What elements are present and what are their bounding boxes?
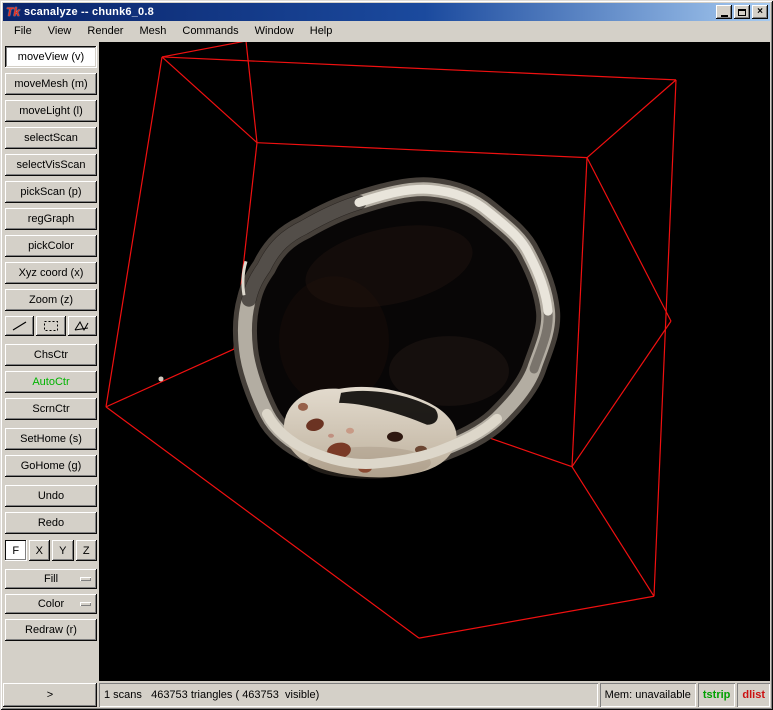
scan-stats-readout: 1 scans 463753 triangles ( 463753 visibl…	[99, 683, 598, 707]
minimize-button[interactable]	[716, 5, 732, 19]
moveview-button[interactable]: moveView (v)	[5, 46, 97, 68]
window-controls: ×	[716, 5, 768, 19]
axis-button-row: F X Y Z	[5, 540, 97, 561]
rect-select-button[interactable]	[36, 316, 65, 336]
scrnctr-button[interactable]: ScrnCtr	[5, 398, 97, 420]
minimize-icon	[721, 15, 728, 17]
render-canvas[interactable]	[99, 42, 770, 681]
xyzcoord-button[interactable]: Xyz coord (x)	[5, 262, 97, 284]
pickscan-button[interactable]: pickScan (p)	[5, 181, 97, 203]
selectscan-button[interactable]: selectScan	[5, 127, 97, 149]
statusbar: > 1 scans 463753 triangles ( 463753 visi…	[3, 681, 770, 707]
menu-commands[interactable]: Commands	[174, 23, 246, 40]
window-title: scanalyze -- chunk6_0.8	[24, 6, 716, 18]
menu-file[interactable]: File	[6, 23, 40, 40]
undo-button[interactable]: Undo	[5, 485, 97, 507]
gohome-button[interactable]: GoHome (g)	[5, 455, 97, 477]
polyline-icon	[74, 320, 90, 332]
expand-panel-button[interactable]: >	[3, 683, 97, 707]
color-mode-label: Color	[38, 598, 64, 610]
maximize-icon	[738, 9, 746, 16]
app-icon: Tk	[5, 5, 21, 19]
axis-y-button[interactable]: Y	[52, 540, 74, 561]
app-window: Tk scanalyze -- chunk6_0.8 × File View R…	[0, 0, 773, 710]
axis-f-button[interactable]: F	[5, 540, 27, 561]
close-button[interactable]: ×	[752, 5, 768, 19]
menubar: File View Render Mesh Commands Window He…	[3, 21, 770, 42]
redo-button[interactable]: Redo	[5, 512, 97, 534]
memory-readout: Mem: unavailable	[600, 683, 696, 707]
maximize-button[interactable]	[734, 5, 750, 19]
polyline-select-button[interactable]	[68, 316, 97, 336]
fill-mode-label: Fill	[44, 573, 58, 585]
menu-render[interactable]: Render	[79, 23, 131, 40]
render-viewport[interactable]	[99, 42, 770, 681]
sethome-button[interactable]: SetHome (s)	[5, 428, 97, 450]
optionmenu-indicator-icon	[80, 577, 91, 581]
tool-sidebar: moveView (v) moveMesh (m) moveLight (l) …	[3, 42, 99, 681]
axis-z-button[interactable]: Z	[76, 540, 98, 561]
axis-x-button[interactable]: X	[29, 540, 51, 561]
reggraph-button[interactable]: regGraph	[5, 208, 97, 230]
tstrip-toggle[interactable]: tstrip	[698, 683, 736, 707]
line-select-button[interactable]	[5, 316, 34, 336]
pickcolor-button[interactable]: pickColor	[5, 235, 97, 257]
main-area: moveView (v) moveMesh (m) moveLight (l) …	[3, 42, 770, 681]
optionmenu-indicator-icon	[80, 602, 91, 606]
redraw-button[interactable]: Redraw (r)	[5, 619, 97, 641]
movelight-button[interactable]: moveLight (l)	[5, 100, 97, 122]
menu-help[interactable]: Help	[302, 23, 341, 40]
menu-view[interactable]: View	[40, 23, 80, 40]
movemesh-button[interactable]: moveMesh (m)	[5, 73, 97, 95]
chsctr-button[interactable]: ChsCtr	[5, 344, 97, 366]
dlist-toggle[interactable]: dlist	[737, 683, 770, 707]
selectvisscan-button[interactable]: selectVisScan	[5, 154, 97, 176]
zoom-button[interactable]: Zoom (z)	[5, 289, 97, 311]
selection-tool-row	[5, 316, 97, 336]
menu-window[interactable]: Window	[247, 23, 302, 40]
fill-mode-menubutton[interactable]: Fill	[5, 569, 97, 589]
titlebar[interactable]: Tk scanalyze -- chunk6_0.8 ×	[3, 3, 770, 21]
menu-mesh[interactable]: Mesh	[131, 23, 174, 40]
color-mode-menubutton[interactable]: Color	[5, 594, 97, 614]
autoctr-button[interactable]: AutoCtr	[5, 371, 97, 393]
dashed-rect-icon	[43, 320, 59, 332]
line-icon	[12, 320, 28, 332]
scanned-mesh-object	[159, 189, 549, 478]
